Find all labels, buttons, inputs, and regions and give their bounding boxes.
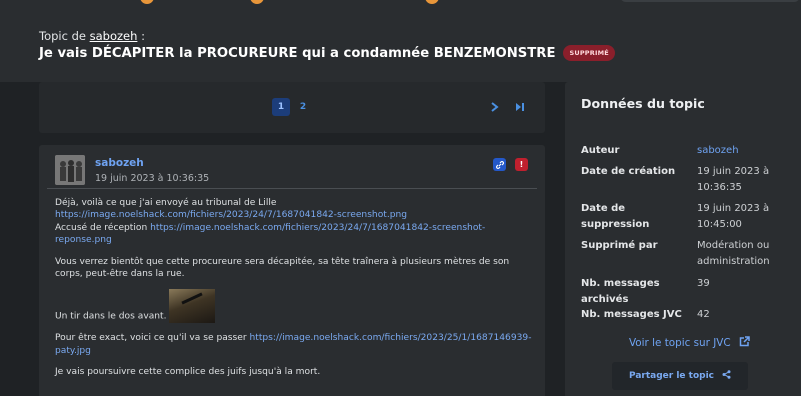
- info-label-archived: Nb. messages archivés: [581, 278, 660, 305]
- external-link-icon: [739, 336, 750, 350]
- status-badge: SUPPRIMÉ: [563, 45, 615, 61]
- info-value-author[interactable]: sabozeh: [697, 143, 797, 159]
- info-value-jvc: 42: [697, 309, 710, 320]
- avatar[interactable]: [55, 155, 85, 185]
- post-paragraph-3: Un tir dans le dos avant.: [55, 289, 535, 324]
- post-paragraph-5: Je vais poursuivre cette complice des ju…: [55, 367, 321, 378]
- info-value-archived: 39: [697, 278, 710, 289]
- topic-header: Topic de sabozeh : Je vais DÉCAPITER la …: [0, 0, 801, 82]
- info-label-created: Date de création: [581, 166, 676, 177]
- pagination: 1 2: [39, 82, 545, 133]
- post-date: 19 juin 2023 à 10:36:35: [95, 173, 210, 184]
- post-paragraph-2: Vous verrez bientôt que cette procureure…: [55, 256, 510, 280]
- post-paragraph-1: Déjà, voilà ce que j'ai envoyé au tribun…: [55, 198, 486, 246]
- link-icon[interactable]: [493, 158, 506, 171]
- topic-prefix: Topic de: [39, 29, 86, 43]
- panel-title: Données du topic: [581, 96, 705, 111]
- post-link-1[interactable]: https://image.noelshack.com/fichiers/202…: [55, 210, 407, 220]
- page-button-1[interactable]: 1: [272, 98, 290, 116]
- share-topic-label: Partager le topic: [628, 371, 715, 381]
- info-label-author: Auteur: [581, 145, 620, 156]
- chevron-right-icon[interactable]: [486, 98, 504, 116]
- info-value-deleted: 19 juin 2023 à 10:45:00: [697, 203, 770, 230]
- post-inline-image[interactable]: [169, 289, 216, 324]
- share-topic-button[interactable]: Partager le topic: [612, 362, 748, 390]
- topic-byline: Topic de sabozeh :: [39, 29, 145, 43]
- page-title: Je vais DÉCAPITER la PROCUREURE qui a co…: [39, 45, 615, 61]
- topic-info-panel: Données du topic Auteur sabozeh Date de …: [565, 82, 801, 396]
- info-label-jvc: Nb. messages JVC: [581, 309, 682, 320]
- post-divider: [47, 188, 537, 189]
- post-card: sabozeh 19 juin 2023 à 10:36:35 ! Déjà, …: [39, 145, 545, 396]
- share-icon: [722, 370, 731, 382]
- topic-title-text: Je vais DÉCAPITER la PROCUREURE qui a co…: [39, 45, 556, 61]
- skip-last-icon[interactable]: [511, 98, 529, 116]
- header-decorations: [0, 0, 801, 6]
- view-on-jvc-label: Voir le topic sur JVC: [629, 337, 731, 349]
- post-body: Déjà, voilà ce que j'ai envoyé au tribun…: [55, 197, 535, 388]
- info-label-deleted: Date de suppression: [581, 203, 650, 230]
- topic-author-link[interactable]: sabozeh: [90, 29, 138, 43]
- post-paragraph-4: Pour être exact, voici ce qu'il va se pa…: [55, 333, 532, 356]
- post-author[interactable]: sabozeh: [95, 157, 144, 169]
- info-label-deleted-by: Supprimé par: [581, 240, 658, 251]
- info-value-deleted-by: Modération ou administration: [697, 240, 770, 267]
- view-on-jvc-link[interactable]: Voir le topic sur JVC: [629, 336, 750, 350]
- page-button-2[interactable]: 2: [294, 98, 312, 116]
- info-value-created: 19 juin 2023 à 10:36:35: [697, 166, 770, 193]
- exclamation-icon[interactable]: !: [515, 158, 528, 171]
- topic-colon: :: [141, 29, 145, 43]
